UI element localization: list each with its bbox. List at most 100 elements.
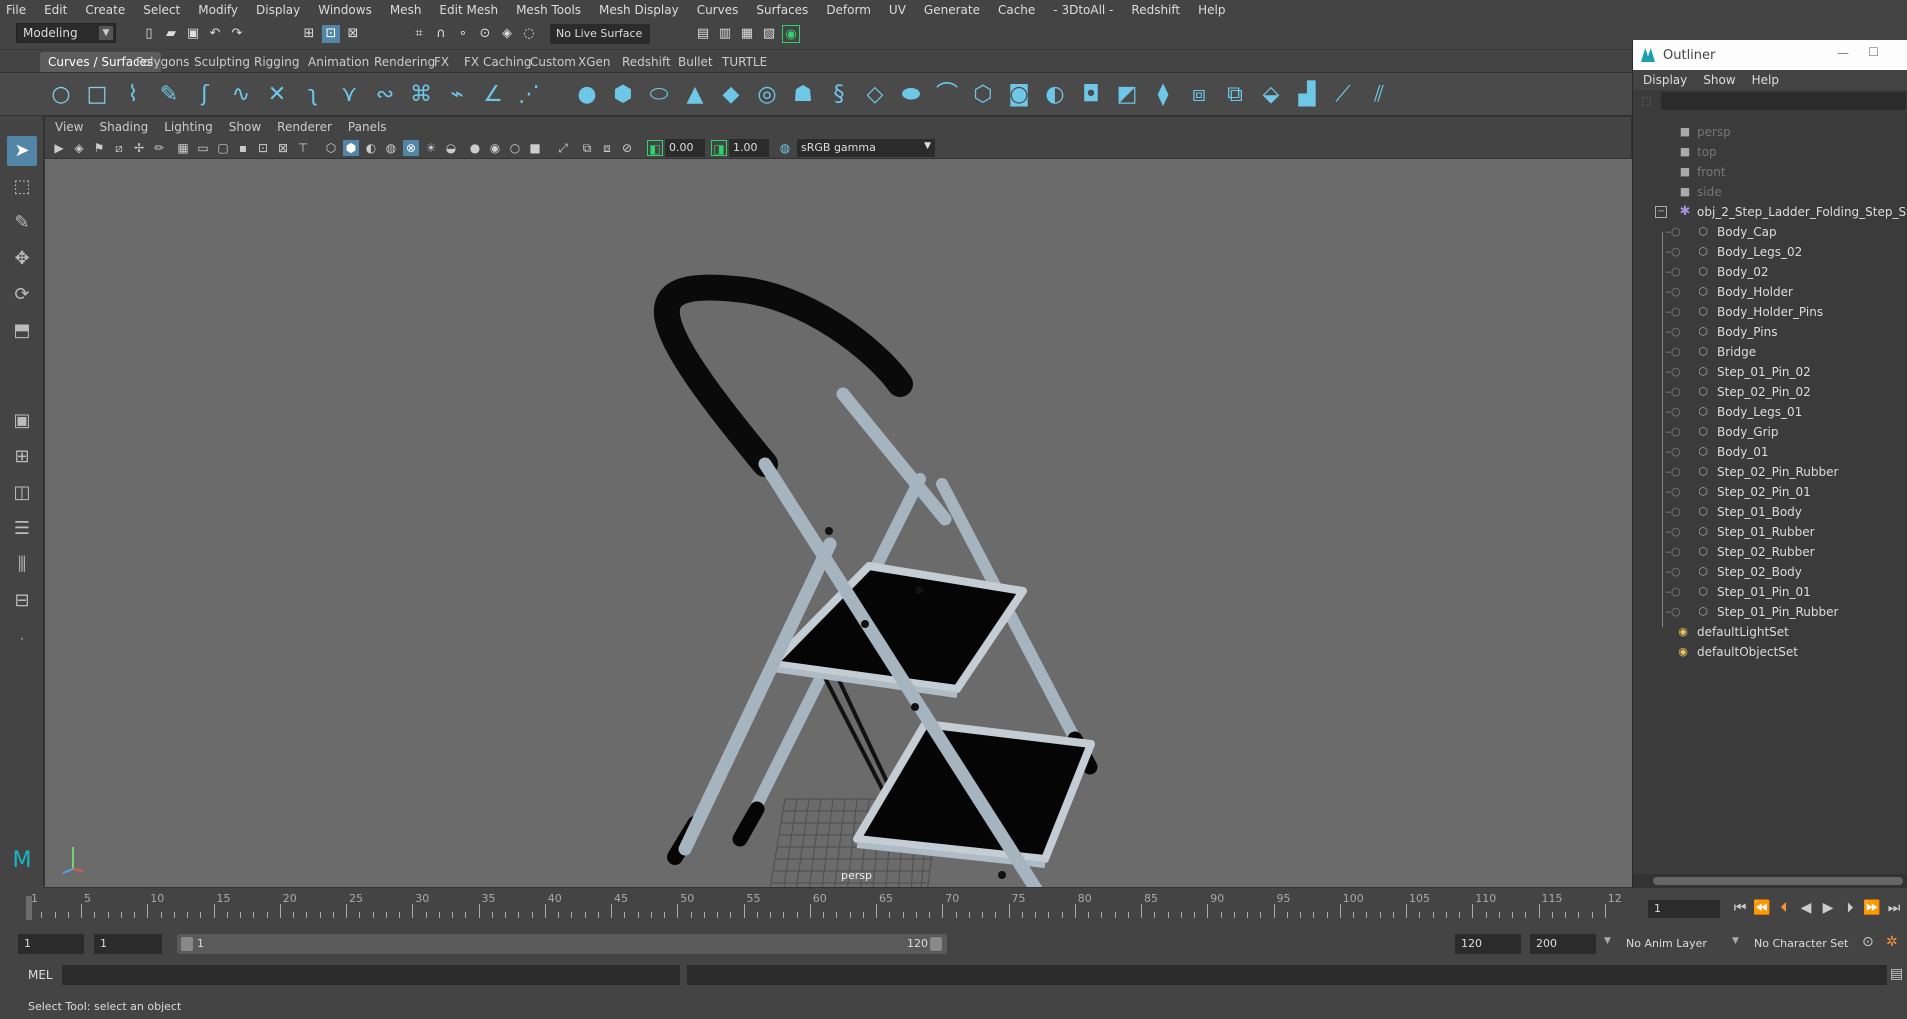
backface-culling-icon[interactable]: ⊘ [619, 140, 635, 156]
select-component-icon[interactable]: ⊠ [344, 25, 362, 43]
anim-layer-dropdown[interactable]: No Anim Layer [1620, 934, 1730, 954]
two-pane-icon[interactable]: ◫ [7, 478, 37, 508]
sculpt-geometry-icon[interactable]: ⟋ [1328, 80, 1358, 110]
step-forward-key-icon[interactable]: ⏩ [1862, 898, 1882, 918]
paint-select-icon[interactable]: ✎ [7, 208, 37, 238]
snap-point-icon[interactable]: ∘ [454, 25, 472, 43]
film-gate-icon[interactable]: ▭ [195, 140, 211, 156]
untrim-icon[interactable]: ⧫ [1148, 80, 1178, 110]
menu-item[interactable]: Edit [44, 3, 67, 17]
current-time-marker[interactable] [26, 896, 32, 920]
cv-curve-icon[interactable]: ⌇ [118, 80, 148, 110]
outliner-menu-item[interactable]: Show [1703, 73, 1735, 87]
outliner-mesh-row[interactable]: –○ ⬡ Body_Pins [1633, 322, 1907, 342]
menu-item[interactable]: Edit Mesh [439, 3, 498, 17]
outliner-mesh-row[interactable]: –○ ⬡ Body_Holder_Pins [1633, 302, 1907, 322]
outliner-camera-row[interactable]: ■ persp [1633, 122, 1907, 142]
menu-item[interactable]: Help [1198, 3, 1225, 17]
go-to-end-icon[interactable]: ⏭ [1884, 898, 1904, 918]
select-hierarchy-icon[interactable]: ⊞ [300, 25, 318, 43]
lasso-tool-icon[interactable]: ⬚ [7, 172, 37, 202]
outliner-mesh-row[interactable]: –○ ⬡ Step_02_Pin_Rubber [1633, 462, 1907, 482]
animation-end-field[interactable]: 200 [1530, 934, 1596, 954]
offset-curve-icon[interactable]: ʅ [298, 80, 328, 110]
outliner-horizontal-scrollbar[interactable] [1633, 874, 1907, 888]
rebuild-curve-icon[interactable]: ∾ [370, 80, 400, 110]
menu-item[interactable]: Generate [924, 3, 980, 17]
planar-icon[interactable]: ◇ [860, 80, 890, 110]
outliner-mesh-row[interactable]: –○ ⬡ Body_Cap [1633, 222, 1907, 242]
bookmark-icon[interactable]: ⚑ [91, 140, 107, 156]
menu-item[interactable]: Mesh Tools [516, 3, 581, 17]
align-surface-icon[interactable]: ⬙ [1256, 80, 1286, 110]
extrude-icon[interactable]: ⬬ [896, 80, 926, 110]
maximize-icon[interactable]: ☐ [1868, 45, 1879, 59]
scrollbar-thumb[interactable] [1653, 877, 1903, 885]
outliner-pane-icon[interactable]: ☰ [7, 514, 37, 544]
preferences-icon[interactable]: ✲ [1886, 934, 1898, 950]
script-editor-icon[interactable]: ▤ [1890, 966, 1903, 982]
viewport-menu-item[interactable]: Panels [348, 120, 387, 134]
extend-curve-icon[interactable]: ∠ [478, 80, 508, 110]
menu-item[interactable]: Select [143, 3, 180, 17]
nurbs-cube-icon[interactable]: ⬢ [608, 80, 638, 110]
nurbs-torus-icon[interactable]: ◎ [752, 80, 782, 110]
boundary-icon[interactable]: ◙ [1004, 80, 1034, 110]
pencil-curve-icon[interactable]: ✎ [154, 80, 184, 110]
default-material-icon[interactable]: ◐ [363, 140, 379, 156]
range-end-handle[interactable] [930, 937, 942, 951]
snap-curve-icon[interactable]: ∩ [432, 25, 450, 43]
save-scene-icon[interactable]: ▣ [184, 25, 202, 43]
outliner-mesh-row[interactable]: –○ ⬡ Step_01_Pin_02 [1633, 362, 1907, 382]
menu-item[interactable]: Mesh Display [599, 3, 679, 17]
render-settings-icon[interactable]: ▤ [694, 25, 712, 43]
select-object-icon[interactable]: ⊡ [322, 25, 340, 43]
playback-start-field[interactable]: 1 [94, 934, 162, 954]
menu-item[interactable]: Surfaces [756, 3, 808, 17]
isolate-select-icon[interactable]: ⤢ [555, 140, 571, 156]
single-pane-icon[interactable]: ▣ [7, 406, 37, 436]
camera-attr-icon[interactable]: ◈ [71, 140, 87, 156]
outliner-mesh-row[interactable]: –○ ⬡ Step_01_Rubber [1633, 522, 1907, 542]
graph-pane-icon[interactable]: ⫼ [7, 550, 37, 580]
outliner-mesh-row[interactable]: –○ ⬡ Step_02_Body [1633, 562, 1907, 582]
outliner-search-field[interactable] [1661, 92, 1906, 110]
grid-toggle-icon[interactable]: ▦ [175, 140, 191, 156]
menu-item[interactable]: Deform [826, 3, 871, 17]
gamma-icon[interactable]: ◨ [711, 140, 727, 156]
xray-active-icon[interactable]: ⧈ [599, 140, 615, 156]
bevel-icon[interactable]: ⬡ [968, 80, 998, 110]
menu-item[interactable]: Display [256, 3, 300, 17]
outliner-mesh-row[interactable]: –○ ⬡ Body_Legs_01 [1633, 402, 1907, 422]
range-start-handle[interactable] [181, 937, 193, 951]
motion-blur-icon[interactable]: ○ [507, 140, 523, 156]
exposure-icon[interactable]: ◧ [647, 140, 663, 156]
menu-item[interactable]: Create [85, 3, 125, 17]
outliner-mesh-row[interactable]: –○ ⬡ Body_Holder [1633, 282, 1907, 302]
ipr-render-icon[interactable]: ▦ [738, 25, 756, 43]
menu-set-dropdown[interactable]: Modeling ▼ [16, 23, 116, 43]
chevron-down-icon[interactable]: ▼ [1604, 936, 1611, 946]
minimize-icon[interactable]: — [1837, 46, 1849, 60]
view-transform-dropdown[interactable]: sRGB gamma ▼ [797, 139, 935, 157]
detach-curve-icon[interactable]: ⌘ [406, 80, 436, 110]
textured-icon[interactable]: ☀ [423, 140, 439, 156]
menu-item[interactable]: Modify [198, 3, 238, 17]
animation-start-field[interactable]: 1 [18, 934, 84, 954]
wireframe-on-shaded-icon[interactable]: ◍ [383, 140, 399, 156]
square-curve-icon[interactable]: □ [82, 80, 112, 110]
xray-icon[interactable]: ⊗ [403, 140, 419, 156]
screen-space-ao-icon[interactable]: ◉ [487, 140, 503, 156]
viewport-menu-item[interactable]: View [55, 120, 83, 134]
timeline-ruler[interactable]: 1 5 10 15 20 25 30 35 40 45 50 55 60 65 70 75 80 85 90 95 10… [28, 888, 1628, 924]
menu-item[interactable]: Mesh [390, 3, 422, 17]
nurbs-sphere-icon[interactable]: ● [572, 80, 602, 110]
chevron-down-icon[interactable]: ▼ [1732, 936, 1739, 946]
play-forwards-icon[interactable]: ▶ [1818, 898, 1838, 918]
current-frame-field[interactable]: 1 [1648, 900, 1720, 918]
attach-surface-icon[interactable]: ⧈ [1184, 80, 1214, 110]
make-live-icon[interactable]: ◌ [520, 25, 538, 43]
menu-item[interactable]: File [6, 3, 26, 17]
grease-pencil-icon[interactable]: ✏ [151, 140, 167, 156]
step-back-key-icon[interactable]: ⏪ [1752, 898, 1772, 918]
